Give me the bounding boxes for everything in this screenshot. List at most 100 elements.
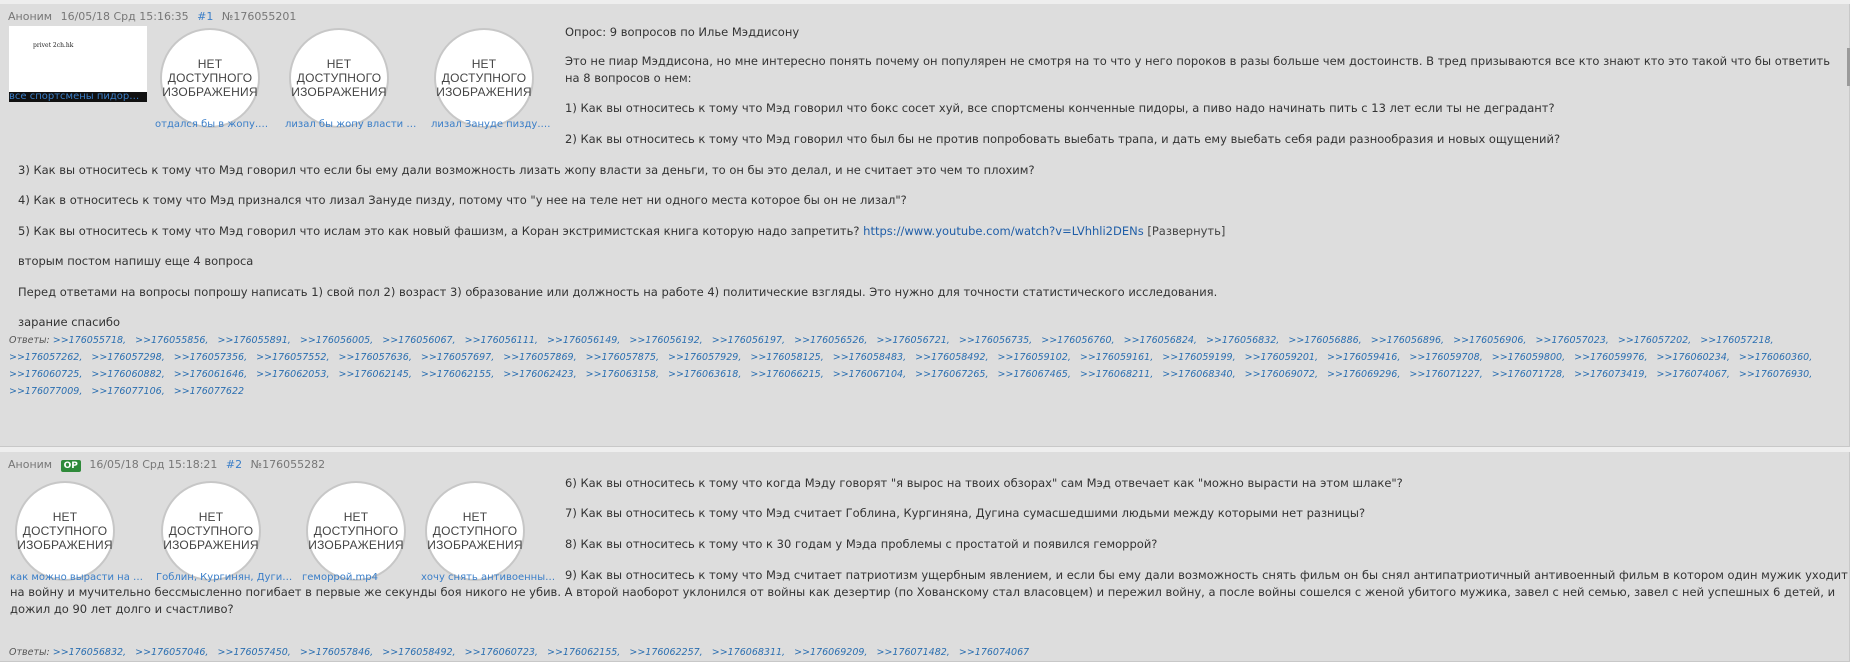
- post-number-link[interactable]: №176055282: [251, 458, 325, 471]
- reply-link[interactable]: >>176055856,: [135, 335, 208, 346]
- reply-link[interactable]: >>176068211,: [1080, 369, 1153, 380]
- file-name-link[interactable]: лизал бы жопу власти за...: [285, 119, 418, 130]
- file-name-link[interactable]: лизал Зануде пизду.mp4: [431, 119, 556, 130]
- reply-link[interactable]: >>176067465,: [998, 369, 1071, 380]
- reply-link[interactable]: >>176071482,: [876, 647, 949, 658]
- reply-link[interactable]: >>176059708,: [1409, 352, 1482, 363]
- reply-link[interactable]: >>176062257,: [629, 647, 702, 658]
- video-thumbnail[interactable]: НЕТ ДОСТУПНОГО ИЗОБРАЖЕНИЯ: [434, 28, 534, 128]
- reply-link[interactable]: >>176062155,: [421, 369, 494, 380]
- post-number-link[interactable]: №176055201: [222, 10, 296, 23]
- reply-link[interactable]: >>176056721,: [876, 335, 949, 346]
- reply-link[interactable]: >>176057929,: [668, 352, 741, 363]
- video-thumbnail[interactable]: НЕТ ДОСТУПНОГО ИЗОБРАЖЕНИЯ: [160, 28, 260, 128]
- reply-link[interactable]: >>176077622: [174, 386, 244, 397]
- reply-link[interactable]: >>176056896,: [1371, 335, 1444, 346]
- reply-link[interactable]: >>176068311,: [712, 647, 785, 658]
- video-thumbnail[interactable]: НЕТ ДОСТУПНОГО ИЗОБРАЖЕНИЯ: [306, 481, 406, 581]
- reply-link[interactable]: >>176077106,: [91, 386, 164, 397]
- reply-link[interactable]: >>176077009,: [9, 386, 82, 397]
- reply-link[interactable]: >>176059201,: [1245, 352, 1318, 363]
- youtube-link[interactable]: https://www.youtube.com/watch?v=LVhhli2D…: [863, 224, 1144, 238]
- reply-link[interactable]: >>176073419,: [1574, 369, 1647, 380]
- reply-link[interactable]: >>176069296,: [1327, 369, 1400, 380]
- reply-link[interactable]: >>176062053,: [256, 369, 329, 380]
- video-thumbnail[interactable]: НЕТ ДОСТУПНОГО ИЗОБРАЖЕНИЯ: [425, 481, 525, 581]
- no-image-placeholder-text: НЕТ ДОСТУПНОГО ИЗОБРАЖЕНИЯ: [163, 510, 259, 552]
- reply-link[interactable]: >>176057023,: [1535, 335, 1608, 346]
- reply-link[interactable]: >>176067265,: [915, 369, 988, 380]
- video-thumbnail[interactable]: НЕТ ДОСТУПНОГО ИЗОБРАЖЕНИЯ: [289, 28, 389, 128]
- reply-link[interactable]: >>176062155,: [547, 647, 620, 658]
- video-thumbnail[interactable]: НЕТ ДОСТУПНОГО ИЗОБРАЖЕНИЯ: [161, 481, 261, 581]
- reply-link[interactable]: >>176074067,: [1657, 369, 1730, 380]
- reply-link[interactable]: >>176060725,: [9, 369, 82, 380]
- reply-link[interactable]: >>176067104,: [833, 369, 906, 380]
- reply-link[interactable]: >>176056735,: [959, 335, 1032, 346]
- reply-link[interactable]: >>176057202,: [1618, 335, 1691, 346]
- reply-link[interactable]: >>176060360,: [1739, 352, 1812, 363]
- post-author: Аноним: [8, 10, 53, 23]
- reply-link[interactable]: >>176059976,: [1574, 352, 1647, 363]
- reply-link[interactable]: >>176068340,: [1162, 369, 1235, 380]
- file-name-link[interactable]: все спортсмены пидоры ...: [9, 91, 147, 102]
- reply-link[interactable]: >>176057356,: [174, 352, 247, 363]
- reply-link[interactable]: >>176069072,: [1245, 369, 1318, 380]
- reply-link[interactable]: >>176071728,: [1492, 369, 1565, 380]
- reply-link[interactable]: >>176071227,: [1409, 369, 1482, 380]
- reply-link[interactable]: >>176059161,: [1080, 352, 1153, 363]
- reply-link[interactable]: >>176057450,: [217, 647, 290, 658]
- reply-link[interactable]: >>176060723,: [465, 647, 538, 658]
- reply-link[interactable]: >>176056192,: [629, 335, 702, 346]
- reply-link[interactable]: >>176066215,: [750, 369, 823, 380]
- reply-link[interactable]: >>176058125,: [750, 352, 823, 363]
- reply-link[interactable]: >>176059416,: [1327, 352, 1400, 363]
- file-name-link[interactable]: отдался бы в жопу.mp4: [155, 119, 275, 130]
- reply-link[interactable]: >>176063158,: [586, 369, 659, 380]
- reply-link[interactable]: >>176057869,: [503, 352, 576, 363]
- reply-link[interactable]: >>176056067,: [382, 335, 455, 346]
- reply-link[interactable]: >>176056906,: [1453, 335, 1526, 346]
- reply-link[interactable]: >>176055718,: [53, 335, 126, 346]
- reply-link[interactable]: >>176062423,: [503, 369, 576, 380]
- reply-link[interactable]: >>176062145,: [339, 369, 412, 380]
- expand-button[interactable]: [Развернуть]: [1147, 224, 1225, 238]
- reply-link[interactable]: >>176074067: [959, 647, 1029, 658]
- reply-link[interactable]: >>176056832,: [53, 647, 126, 658]
- reply-link[interactable]: >>176057262,: [9, 352, 82, 363]
- reply-link[interactable]: >>176056111,: [465, 335, 538, 346]
- reply-link[interactable]: >>176057875,: [586, 352, 659, 363]
- reply-link[interactable]: >>176059199,: [1162, 352, 1235, 363]
- reply-link[interactable]: >>176056526,: [794, 335, 867, 346]
- reply-link[interactable]: >>176056149,: [547, 335, 620, 346]
- reply-link[interactable]: >>176060234,: [1657, 352, 1730, 363]
- post-paragraph: вторым постом напишу еще 4 вопроса: [18, 254, 254, 268]
- reply-link[interactable]: >>176055891,: [217, 335, 290, 346]
- reply-link[interactable]: >>176057218,: [1700, 335, 1773, 346]
- reply-link[interactable]: >>176056824,: [1124, 335, 1197, 346]
- reply-link[interactable]: >>176058483,: [833, 352, 906, 363]
- reply-link[interactable]: >>176058492,: [382, 647, 455, 658]
- reply-link[interactable]: >>176056886,: [1288, 335, 1361, 346]
- reply-link[interactable]: >>176056832,: [1206, 335, 1279, 346]
- reply-link[interactable]: >>176059102,: [998, 352, 1071, 363]
- reply-link[interactable]: >>176056197,: [712, 335, 785, 346]
- reply-link[interactable]: >>176069209,: [794, 647, 867, 658]
- reply-link[interactable]: >>176057046,: [135, 647, 208, 658]
- reply-link[interactable]: >>176059800,: [1492, 352, 1565, 363]
- reply-link[interactable]: >>176063618,: [668, 369, 741, 380]
- reply-link[interactable]: >>176057552,: [256, 352, 329, 363]
- post-paragraph: 9) Как вы относитесь к тому что Мэд счит…: [10, 568, 1848, 616]
- reply-link[interactable]: >>176076930,: [1739, 369, 1812, 380]
- reply-link[interactable]: >>176057298,: [91, 352, 164, 363]
- reply-link[interactable]: >>176056005,: [300, 335, 373, 346]
- video-thumbnail[interactable]: НЕТ ДОСТУПНОГО ИЗОБРАЖЕНИЯ: [15, 481, 115, 581]
- reply-link[interactable]: >>176057697,: [421, 352, 494, 363]
- reply-link[interactable]: >>176060882,: [91, 369, 164, 380]
- reply-link[interactable]: >>176058492,: [915, 352, 988, 363]
- reply-link[interactable]: >>176057846,: [300, 647, 373, 658]
- reply-link[interactable]: >>176057636,: [339, 352, 412, 363]
- reply-link[interactable]: >>176061646,: [174, 369, 247, 380]
- post-datetime: 16/05/18 Срд 15:18:21: [89, 458, 218, 471]
- reply-link[interactable]: >>176056760,: [1041, 335, 1114, 346]
